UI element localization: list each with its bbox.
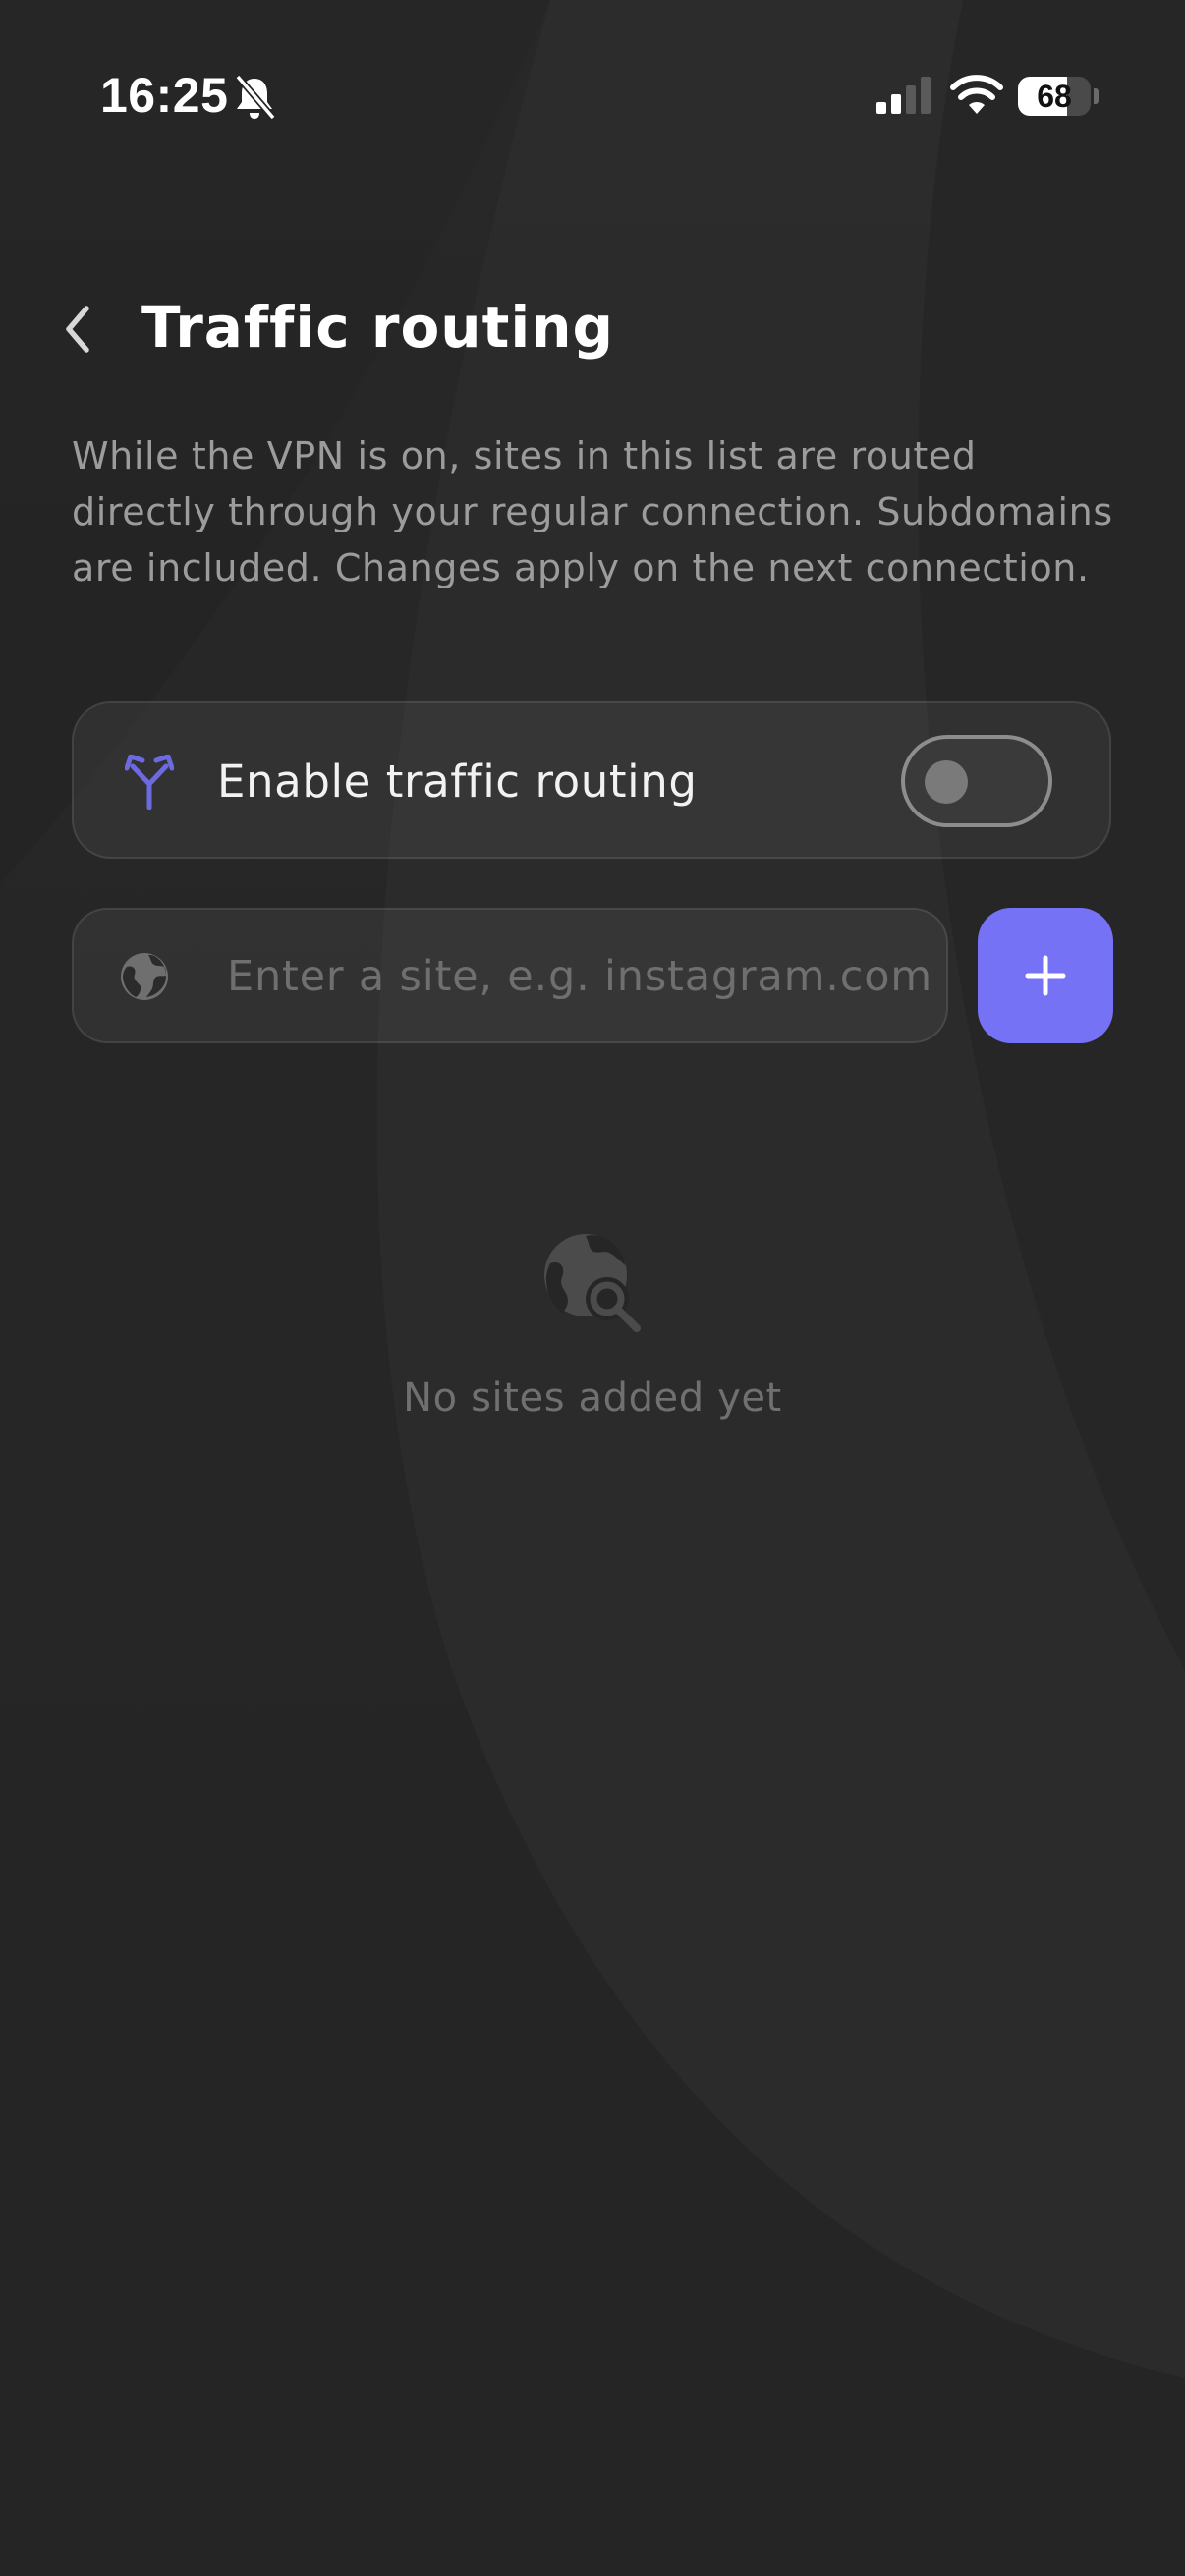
chevron-left-icon	[66, 306, 89, 353]
add-site-button[interactable]	[978, 908, 1113, 1043]
page-title: Traffic routing	[141, 294, 615, 361]
description-text: While the VPN is on, sites in this list …	[72, 434, 1113, 589]
globe-icon	[121, 953, 168, 1000]
site-input[interactable]	[227, 933, 934, 1020]
cellular-signal-icon	[876, 77, 931, 114]
battery-icon: 68	[1018, 77, 1091, 116]
empty-state-text: No sites added yet	[403, 1375, 782, 1421]
globe-search-icon	[544, 1234, 641, 1332]
plus-icon	[1025, 955, 1066, 996]
wifi-icon	[950, 75, 1003, 114]
battery-level: 68	[1037, 79, 1072, 114]
fork-routing-icon	[125, 755, 174, 810]
status-time: 16:25	[100, 68, 229, 123]
status-bar: 16:25 68	[0, 0, 1185, 196]
routing-toggle-label: Enable traffic routing	[217, 756, 698, 808]
site-input-container[interactable]	[72, 908, 948, 1043]
toggle-knob	[925, 760, 968, 804]
back-button[interactable]	[49, 295, 108, 364]
battery-cap	[1094, 88, 1099, 104]
routing-toggle-switch[interactable]	[901, 735, 1052, 827]
bell-slash-icon	[235, 74, 276, 121]
traffic-routing-card[interactable]: Enable traffic routing	[72, 701, 1111, 859]
